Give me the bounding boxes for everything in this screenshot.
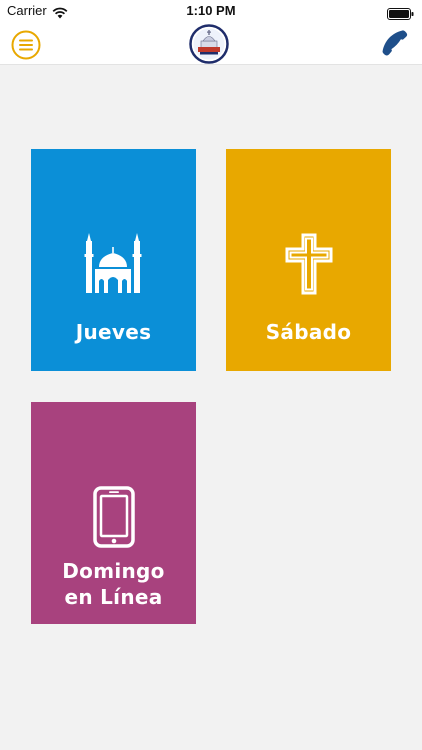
menu-button[interactable] xyxy=(11,30,41,60)
tile-jueves-label: Jueves xyxy=(75,320,152,344)
phone-icon xyxy=(382,30,408,56)
menu-icon xyxy=(11,30,41,60)
mosque-icon xyxy=(84,233,142,293)
church-logo[interactable] xyxy=(189,24,229,64)
call-button[interactable] xyxy=(377,27,411,61)
nav-bar xyxy=(0,22,422,65)
tile-domingo-en-linea[interactable]: Domingo en Línea xyxy=(31,402,196,624)
smartphone-icon xyxy=(93,486,135,548)
status-bar: Carrier 1:10 PM xyxy=(0,0,422,22)
tile-sabado-label: Sábado xyxy=(265,320,352,344)
cross-icon xyxy=(285,233,333,295)
tile-jueves[interactable]: Jueves xyxy=(31,149,196,371)
tile-sabado[interactable]: Sábado xyxy=(226,149,391,371)
status-time: 1:10 PM xyxy=(186,3,236,18)
tile-domingo-label: Domingo en Línea xyxy=(62,559,165,609)
church-logo-icon xyxy=(189,24,229,64)
